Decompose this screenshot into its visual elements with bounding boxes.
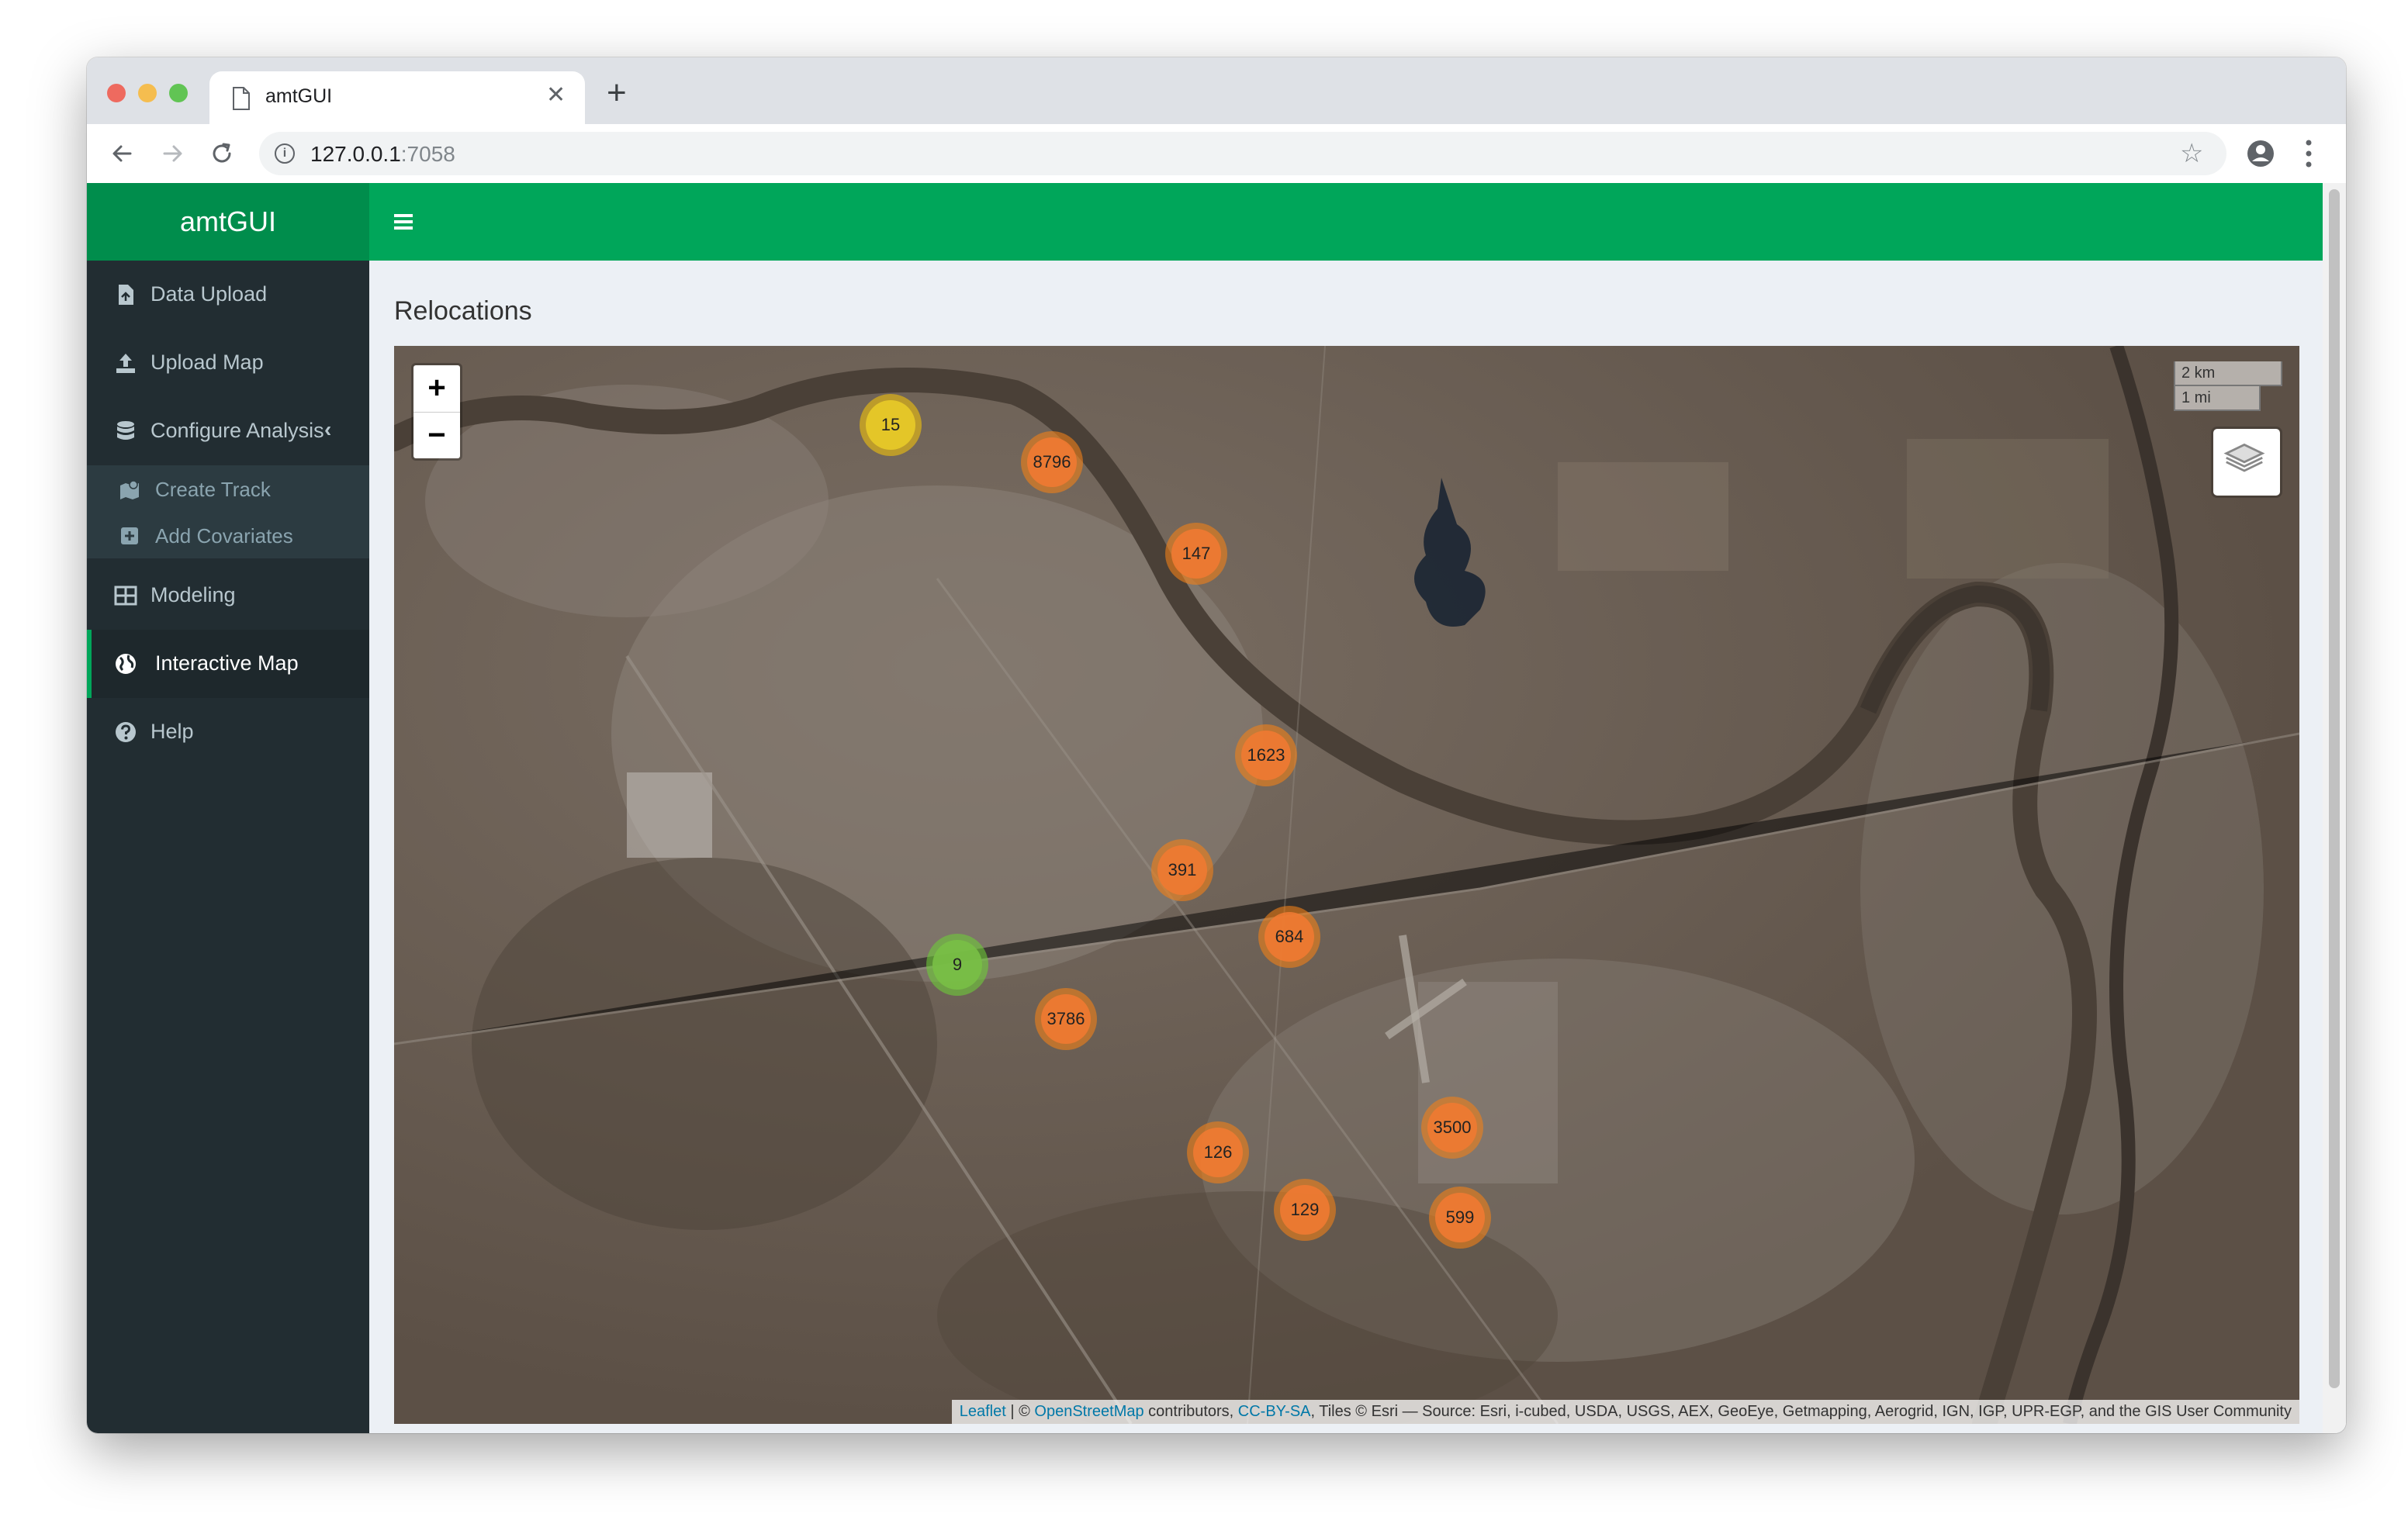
sidebar-toggle-icon[interactable] [393,211,414,233]
sidebar: Data Upload Upload Map Configure Analysi… [87,261,369,1433]
address-bar[interactable]: i 127.0.0.1:7058 ☆ [259,132,2226,175]
satellite-basemap[interactable] [394,346,2299,1424]
layers-icon [2223,443,2265,472]
sidebar-subitem-create-track[interactable]: Create Track [87,465,369,512]
zoom-control: + − [411,363,462,461]
configure-analysis-submenu: Create Track Add Covariates [87,465,369,558]
top-navbar [369,183,2323,261]
question-circle-icon [116,722,136,742]
bookmark-star-icon[interactable]: ☆ [2180,138,2203,169]
tab-title: amtGUI [265,85,333,107]
license-link[interactable]: CC-BY-SA [1238,1403,1311,1420]
minimize-window-button[interactable] [138,84,157,102]
map-attribution: Leaflet | © OpenStreetMap contributors, … [951,1400,2299,1424]
tab-close-icon[interactable]: ✕ [546,84,566,107]
scrollbar-thumb[interactable] [2329,189,2340,1388]
plus-square-icon [121,527,138,544]
chevron-left-icon: ‹ [324,417,332,441]
marker-cluster[interactable]: 599 [1429,1187,1491,1249]
marker-cluster[interactable]: 391 [1151,839,1213,901]
marker-cluster[interactable]: 15 [860,394,922,456]
browser-tab[interactable]: amtGUI ✕ [209,71,585,124]
table-icon [114,586,137,606]
database-icon [117,421,134,440]
map-marker-icon [120,480,139,499]
sidebar-item-help[interactable]: Help [87,698,369,766]
app-logo[interactable]: amtGUI [87,183,369,261]
new-tab-button[interactable]: + [607,76,627,110]
document-icon [233,87,250,110]
marker-cluster[interactable]: 684 [1258,906,1320,968]
zoom-in-button[interactable]: + [413,365,460,413]
globe-icon [116,654,136,674]
page-scrollbar[interactable] [2323,183,2346,1433]
browser-toolbar: i 127.0.0.1:7058 ☆ [87,124,2346,184]
info-icon[interactable]: i [275,143,295,164]
sidebar-item-configure-analysis[interactable]: Configure Analysis ‹ [87,397,369,465]
profile-icon[interactable] [2245,138,2276,169]
marker-cluster[interactable]: 126 [1187,1121,1249,1183]
sidebar-item-modeling[interactable]: Modeling [87,561,369,630]
upload-icon [116,354,135,373]
marker-cluster[interactable]: 1623 [1235,724,1297,786]
leaflet-link[interactable]: Leaflet [960,1403,1006,1420]
close-window-button[interactable] [107,84,126,102]
marker-cluster[interactable]: 147 [1165,523,1227,585]
sidebar-item-interactive-map[interactable]: Interactive Map [87,630,369,698]
map-scale: 2 km 1 mi [2174,361,2282,411]
tab-strip: amtGUI ✕ + [87,57,2346,124]
scale-mi: 1 mi [2174,386,2261,411]
osm-link[interactable]: OpenStreetMap [1034,1403,1143,1420]
marker-cluster[interactable]: 3500 [1421,1097,1483,1159]
marker-cluster[interactable]: 9 [926,934,988,996]
file-upload-icon [119,285,133,305]
marker-cluster[interactable]: 8796 [1021,431,1083,493]
app-root: amtGUI Data Upload Upload Map Configure … [87,183,2346,1433]
zoom-out-button[interactable]: − [413,413,460,459]
sidebar-item-data-upload[interactable]: Data Upload [87,261,369,329]
page-title: Relocations [394,296,532,326]
marker-cluster[interactable]: 3786 [1035,988,1097,1050]
reload-icon[interactable] [206,138,237,169]
interactive-map[interactable]: + − 2 km 1 mi 15 8796 147 1623 391 684 9… [394,346,2299,1424]
sidebar-subitem-add-covariates[interactable]: Add Covariates [87,512,369,558]
marker-cluster[interactable]: 129 [1274,1179,1336,1241]
sidebar-item-upload-map[interactable]: Upload Map [87,329,369,397]
main-content: Relocations + − 2 km 1 mi 15 8796 147 16… [369,261,2323,1433]
maximize-window-button[interactable] [169,84,188,102]
browser-menu-icon[interactable] [2304,136,2313,171]
back-arrow-icon[interactable] [107,138,138,169]
forward-arrow-icon[interactable] [157,138,188,169]
browser-window: amtGUI ✕ + i 127.0.0.1:7058 ☆ amtGUI Dat… [87,57,2346,1433]
scale-km: 2 km [2174,361,2282,386]
url-text: 127.0.0.1:7058 [310,142,455,166]
layers-control[interactable] [2211,427,2282,498]
